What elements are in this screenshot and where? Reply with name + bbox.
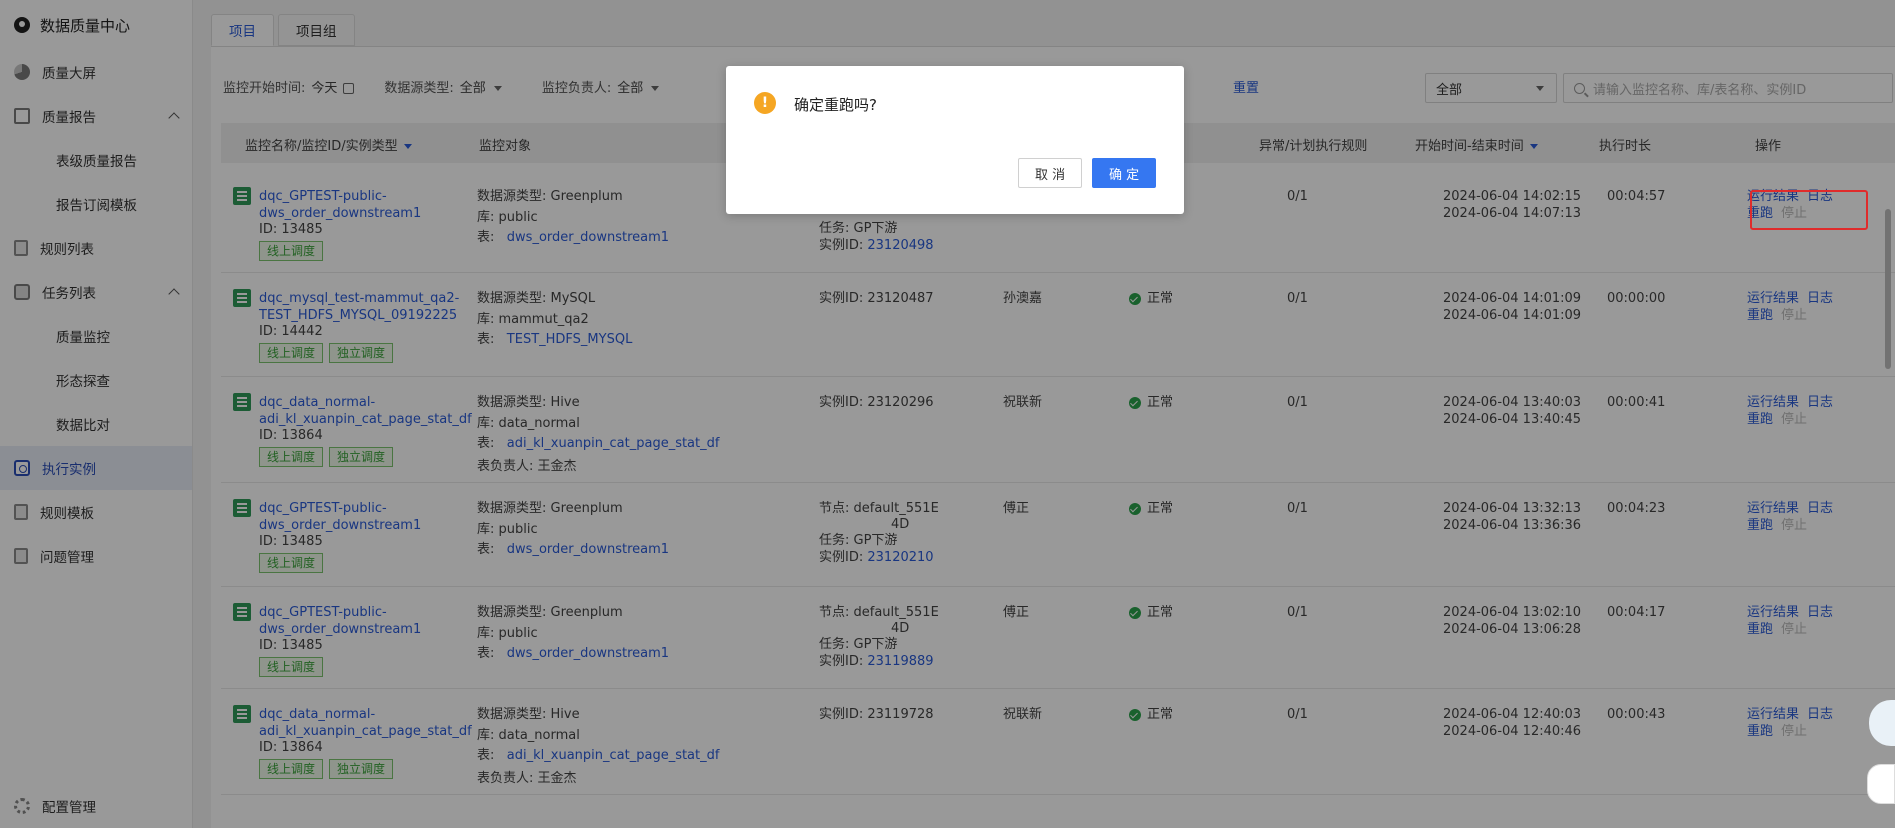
dialog-title: 确定重跑吗? [794, 96, 877, 114]
confirm-dialog: ! 确定重跑吗? 取 消 确 定 [726, 66, 1184, 214]
highlight-box [1750, 190, 1868, 230]
cancel-button[interactable]: 取 消 [1018, 158, 1083, 188]
confirm-button[interactable]: 确 定 [1092, 158, 1157, 188]
floating-book-icon[interactable] [1867, 764, 1895, 804]
warning-icon: ! [754, 92, 776, 114]
